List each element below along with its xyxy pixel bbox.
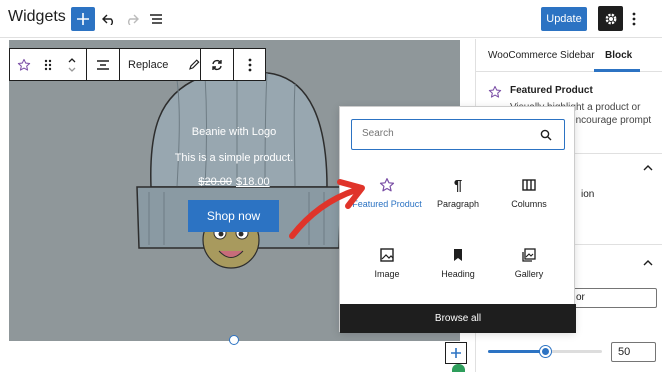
switch-button[interactable] (201, 49, 234, 80)
quick-inserter: Featured Product ¶ Paragraph Columns Ima… (339, 106, 576, 333)
search-field[interactable] (351, 119, 565, 150)
active-tab-indicator (594, 69, 640, 72)
settings-button[interactable] (598, 6, 623, 31)
product-title: Beanie with Logo (191, 126, 277, 138)
sidebar-tabs: WooCommerce Sidebar Block (476, 39, 662, 72)
more-vertical-icon (632, 12, 636, 26)
block-toolbar: Replace (9, 48, 266, 81)
drag-handle[interactable] (38, 49, 58, 80)
list-view-icon (150, 14, 162, 24)
search-icon (540, 129, 552, 141)
replace-button[interactable]: Replace (120, 49, 201, 80)
list-view-button[interactable] (146, 9, 166, 29)
align-center-icon (97, 59, 109, 70)
replace-label: Replace (128, 58, 169, 71)
browse-all-button[interactable]: Browse all (340, 304, 576, 333)
editor-header: Widgets Update (0, 0, 662, 38)
block-item-image[interactable]: Image (352, 245, 422, 297)
resize-handle[interactable] (229, 335, 239, 345)
options-menu-button[interactable] (628, 9, 640, 29)
status-indicator (452, 364, 465, 372)
gallery-icon (522, 248, 536, 262)
chevron-up-icon[interactable] (642, 162, 654, 174)
star-icon (379, 178, 395, 192)
undo-icon (102, 14, 113, 25)
block-item-paragraph[interactable]: ¶ Paragraph (423, 175, 493, 227)
bookmark-icon (454, 249, 462, 261)
update-button[interactable]: Update (541, 7, 587, 31)
opacity-number-input[interactable]: 50 (611, 342, 656, 362)
drag-handle-icon (44, 59, 52, 70)
annotation-arrow-icon (289, 179, 365, 239)
block-options-button[interactable] (234, 49, 265, 80)
redo-icon (128, 14, 139, 25)
block-item-label: Gallery (514, 269, 544, 279)
price-original: $20.00 (198, 176, 232, 188)
image-icon (380, 248, 394, 262)
block-inserter-toggle[interactable] (445, 342, 467, 364)
plus-icon (451, 348, 461, 358)
pencil-icon (189, 58, 200, 70)
block-type-button[interactable] (10, 49, 38, 80)
columns-icon (522, 179, 536, 191)
product-description: This is a simple product. (174, 152, 294, 164)
undo-button[interactable] (99, 9, 119, 29)
block-card-title: Featured Product (510, 85, 593, 96)
plus-icon (77, 13, 89, 25)
align-button[interactable] (87, 49, 120, 80)
block-item-heading[interactable]: Heading (423, 245, 493, 297)
color-input[interactable]: or (569, 288, 657, 308)
block-item-label: Columns (511, 199, 547, 209)
move-up-down[interactable] (58, 49, 86, 80)
chevron-up-icon[interactable] (642, 257, 654, 269)
block-item-label: Heading (441, 269, 475, 279)
block-item-label: Image (374, 269, 400, 279)
shop-now-button[interactable]: Shop now (188, 200, 279, 232)
block-item-label: Paragraph (436, 199, 480, 209)
color-input-text: or (576, 292, 585, 303)
more-vertical-icon (248, 58, 251, 71)
paragraph-icon: ¶ (453, 176, 463, 194)
search-input[interactable] (362, 128, 522, 139)
gear-icon (605, 13, 616, 24)
chevron-up-down-icon (68, 57, 76, 72)
block-type-group (10, 49, 87, 80)
block-item-columns[interactable]: Columns (494, 175, 564, 227)
page-title: Widgets (8, 8, 66, 25)
slider-fill (488, 350, 545, 353)
panel-partial-text: ion (581, 189, 595, 200)
tab-block[interactable]: Block (605, 50, 632, 61)
slider-thumb[interactable] (540, 346, 551, 357)
block-item-gallery[interactable]: Gallery (494, 245, 564, 297)
loop-icon (212, 59, 222, 70)
redo-button[interactable] (122, 9, 142, 29)
add-block-button[interactable] (71, 7, 95, 31)
price-sale: $18.00 (236, 176, 270, 188)
star-icon (17, 58, 31, 71)
star-icon (488, 85, 502, 98)
tab-woocommerce-sidebar[interactable]: WooCommerce Sidebar (488, 50, 595, 61)
